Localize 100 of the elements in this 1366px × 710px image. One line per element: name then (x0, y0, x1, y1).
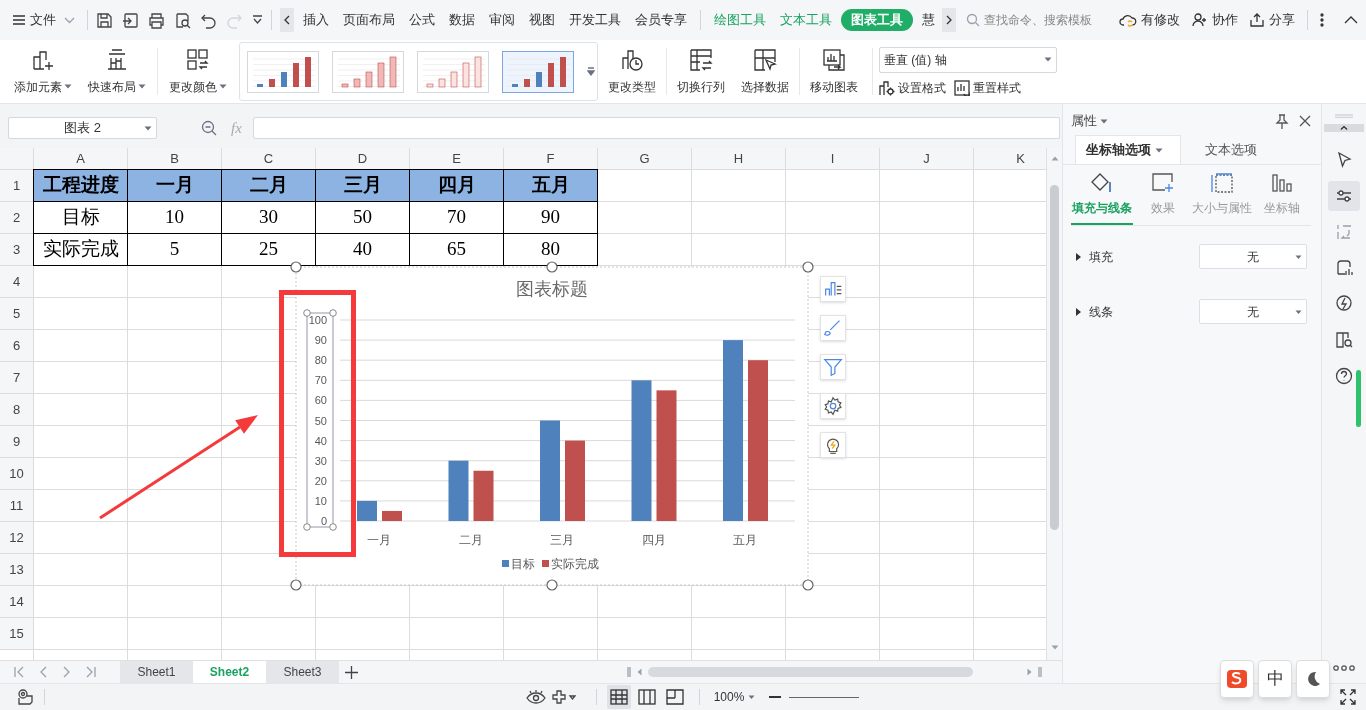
scroll-up-icon[interactable] (1051, 156, 1059, 161)
chart-style-thumbnail[interactable] (247, 50, 319, 93)
menu-tab[interactable]: 数据 (442, 9, 482, 31)
scrollbar-thumb[interactable] (648, 667, 973, 677)
panel-title[interactable]: 属性 (1071, 111, 1108, 131)
ribbon-button[interactable]: 切换行列 (669, 40, 733, 103)
ribbon-button[interactable]: 添加元素 (6, 40, 80, 103)
last-sheet-icon[interactable] (86, 666, 96, 678)
close-icon[interactable] (1299, 115, 1311, 127)
section-toggle[interactable]: 填充 (1075, 247, 1199, 266)
row-header[interactable]: 10 (0, 458, 33, 489)
value-dropdown[interactable]: 无 (1199, 299, 1307, 324)
drag-handle-icon[interactable] (1335, 114, 1353, 118)
row-header[interactable]: 5 (0, 298, 33, 329)
sheet-tab[interactable]: Sheet1 (120, 660, 193, 684)
action-button[interactable]: 有修改 (1119, 10, 1180, 30)
action-button[interactable]: 协作 (1192, 10, 1238, 30)
chart-tool-button[interactable] (820, 354, 846, 380)
column-header[interactable]: I (786, 148, 879, 169)
panel-tab[interactable]: 文本选项 (1181, 135, 1281, 164)
more-icon[interactable] (1333, 665, 1355, 671)
section-toggle[interactable]: 线条 (1075, 302, 1199, 321)
row-header[interactable]: 7 (0, 362, 33, 393)
split-handle-icon[interactable] (1038, 667, 1042, 677)
scroll-up-button[interactable] (1324, 124, 1364, 132)
collapse-icon[interactable] (1344, 16, 1358, 24)
add-sheet-icon[interactable] (345, 665, 358, 679)
chart-style-thumbnail[interactable] (417, 50, 489, 93)
bar[interactable] (382, 510, 402, 521)
resize-handle[interactable] (290, 261, 302, 273)
resize-handle[interactable] (546, 261, 558, 273)
row-header[interactable]: 11 (0, 490, 33, 521)
macro-icon[interactable] (16, 688, 34, 706)
column-header[interactable]: C (222, 148, 315, 169)
chart-style-thumbnail[interactable] (332, 50, 404, 93)
ribbon-button[interactable]: 快速布局 (80, 40, 154, 103)
gallery-more-icon[interactable] (587, 66, 595, 77)
file-menu[interactable]: 文件 (8, 6, 79, 34)
first-sheet-icon[interactable] (14, 666, 24, 678)
eye-icon[interactable] (525, 689, 546, 705)
scroll-down-icon[interactable] (1051, 645, 1059, 650)
row-header[interactable]: 14 (0, 586, 33, 617)
row-header[interactable]: 13 (0, 554, 33, 585)
menu-tab[interactable]: 开发工具 (562, 9, 628, 31)
menu-tab[interactable]: 视图 (522, 9, 562, 31)
prev-sheet-icon[interactable] (40, 666, 47, 678)
name-box[interactable]: 图表 2 (8, 117, 157, 139)
row-header[interactable]: 12 (0, 522, 33, 553)
zoom-out-icon[interactable] (769, 695, 782, 699)
ime-button[interactable] (1220, 660, 1254, 698)
row-header[interactable]: 8 (0, 394, 33, 425)
side-tool-button[interactable] (1328, 181, 1360, 211)
chart-title[interactable]: 图表标题 (516, 279, 588, 299)
row-header[interactable]: 9 (0, 426, 33, 457)
axis-selection-frame[interactable] (303, 309, 337, 531)
menu-tab[interactable]: 公式 (402, 9, 442, 31)
column-header[interactable]: B (128, 148, 221, 169)
more-icon[interactable] (1320, 13, 1324, 27)
chart-style-thumbnail[interactable] (502, 50, 574, 93)
search-field[interactable]: 查找命令、搜索模板 (984, 11, 1110, 29)
chart-tool-button[interactable] (820, 393, 846, 419)
resize-handle[interactable] (546, 579, 558, 591)
ribbon-button[interactable]: 更改类型 (600, 40, 664, 103)
menu-tab[interactable]: 页面布局 (336, 9, 402, 31)
customize-caret-icon[interactable] (252, 15, 263, 25)
zoom-dropdown[interactable]: 100% (713, 688, 756, 706)
crosshair-icon[interactable] (551, 690, 576, 704)
menu-tab[interactable]: 插入 (296, 9, 336, 31)
scroll-right-icon[interactable] (1027, 668, 1032, 676)
column-header[interactable]: K (974, 148, 1046, 169)
column-header[interactable]: H (692, 148, 785, 169)
ribbon-button[interactable]: 设置格式 (879, 78, 946, 97)
save-icon[interactable] (96, 11, 113, 29)
column-header[interactable]: D (316, 148, 409, 169)
element-dropdown[interactable]: 垂直 (值) 轴 (879, 46, 1057, 73)
bar[interactable] (357, 500, 377, 521)
ime-button[interactable]: 中 (1258, 660, 1292, 698)
scroll-right-button[interactable] (942, 8, 956, 32)
menu-tab[interactable]: 慧 (915, 9, 942, 31)
row-header[interactable]: 4 (0, 266, 33, 297)
ribbon-button[interactable]: 重置样式 (954, 78, 1021, 97)
ribbon-button[interactable]: 更改颜色 (161, 40, 235, 103)
pin-icon[interactable] (1275, 113, 1289, 129)
column-header[interactable]: F (504, 148, 597, 169)
ribbon-button[interactable]: 移动图表 (802, 40, 866, 103)
print-preview-icon[interactable] (174, 11, 191, 29)
resize-handle[interactable] (802, 579, 814, 591)
chart-tool-button[interactable] (820, 432, 846, 458)
value-dropdown[interactable]: 无 (1199, 244, 1307, 269)
sheet-tab[interactable]: Sheet3 (266, 660, 339, 684)
next-sheet-icon[interactable] (63, 666, 70, 678)
export-icon[interactable] (122, 11, 139, 29)
resize-handle[interactable] (290, 579, 302, 591)
menu-tab[interactable]: 审阅 (482, 9, 522, 31)
zoom-icon[interactable] (201, 120, 217, 136)
chart-tool-button[interactable] (820, 276, 846, 302)
ime-button[interactable] (1296, 660, 1330, 698)
menu-tab[interactable]: 会员专享 (628, 9, 694, 31)
panel-tab[interactable]: 坐标轴选项 (1075, 135, 1181, 164)
formula-field[interactable] (252, 117, 1060, 139)
